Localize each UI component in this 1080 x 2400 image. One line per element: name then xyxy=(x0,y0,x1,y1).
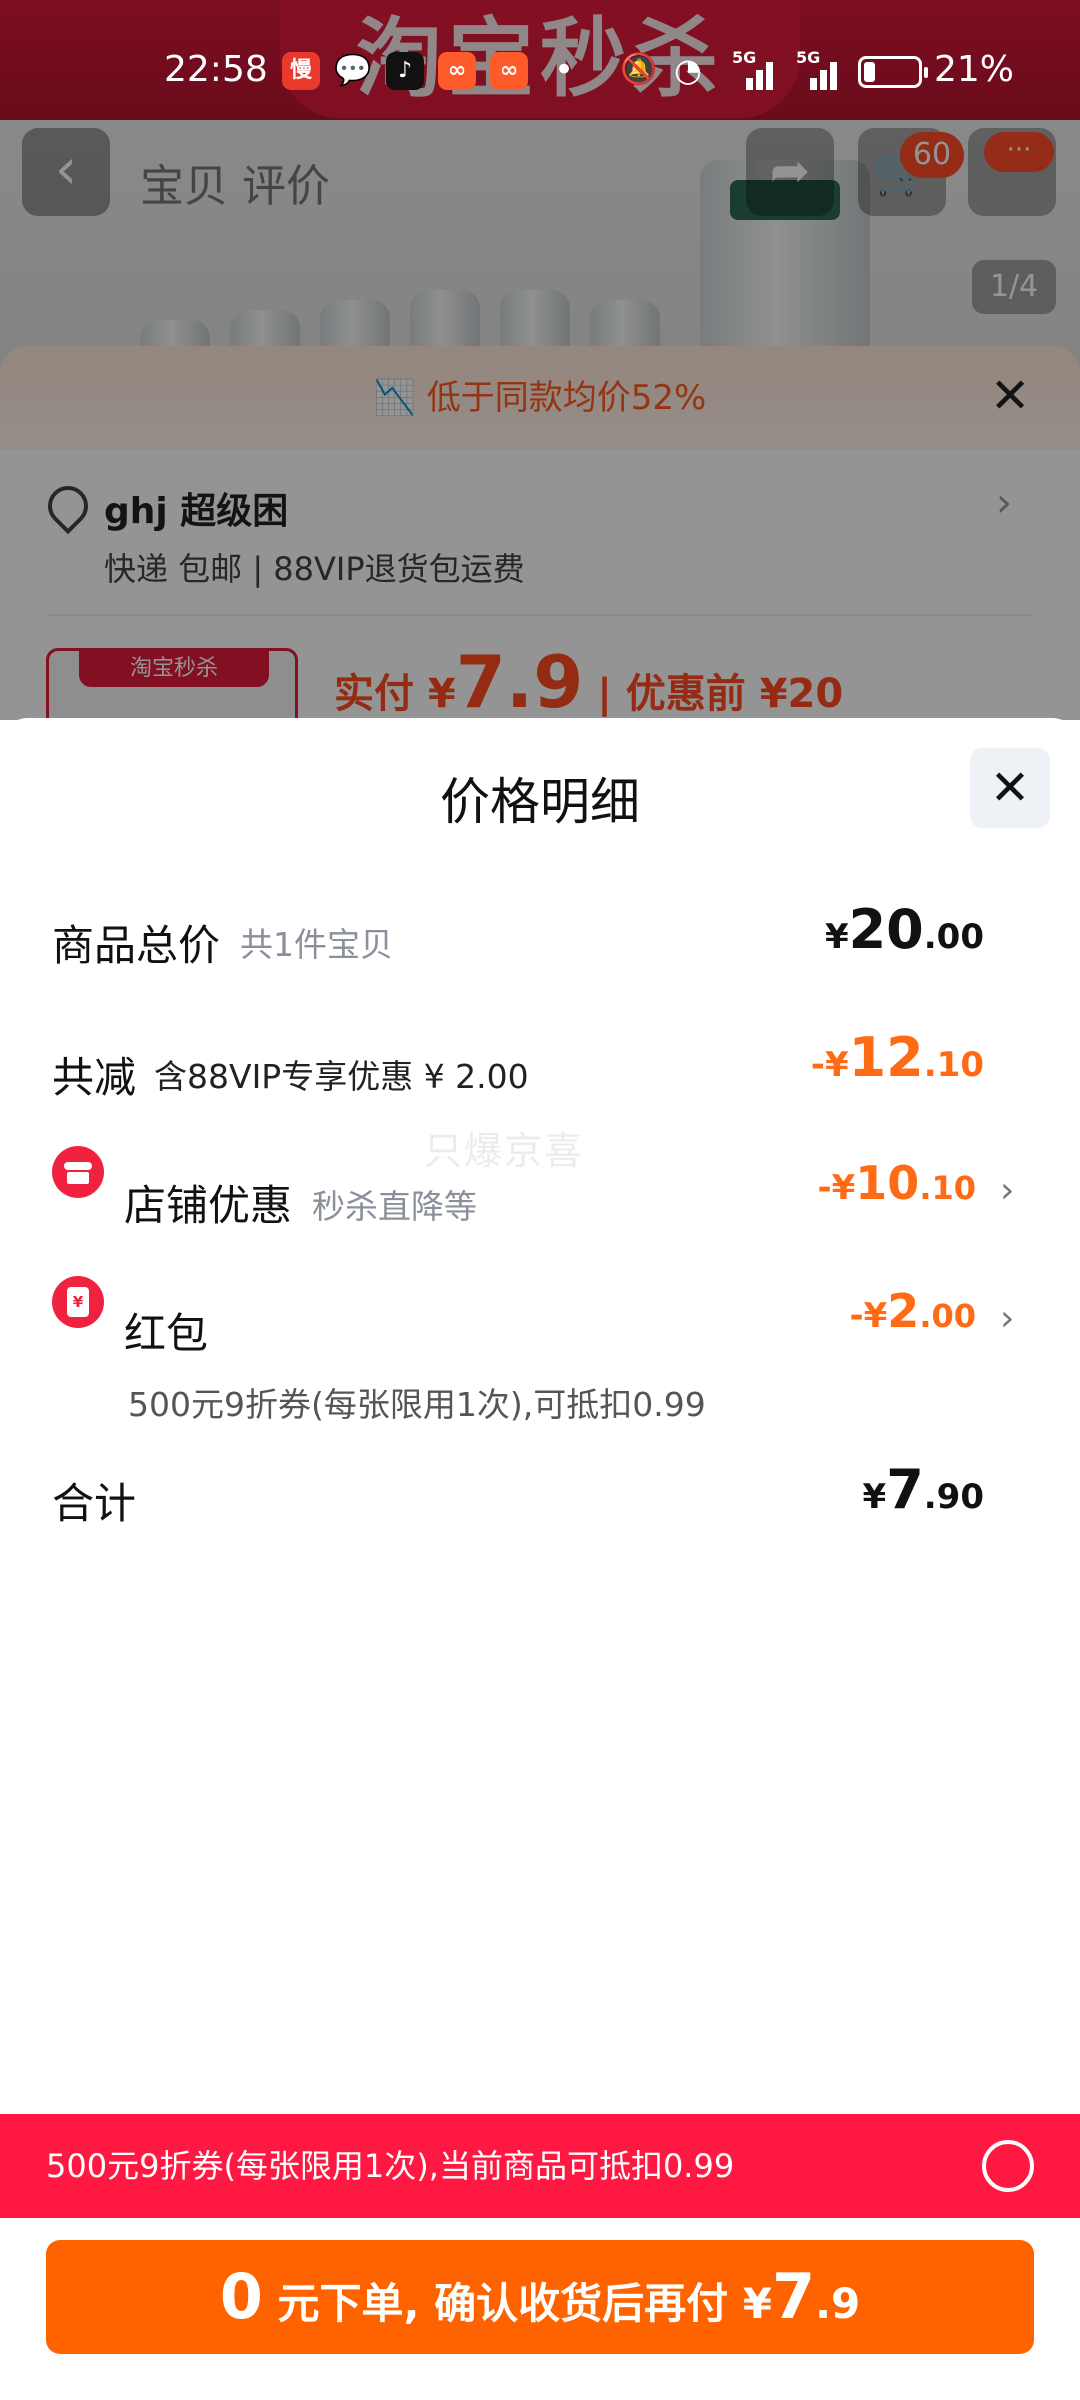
battery-icon xyxy=(858,56,928,88)
cta-amount-dec: .9 xyxy=(815,2279,861,2328)
coupon-bar[interactable]: 500元9折券(每张限用1次),当前商品可抵扣0.99 xyxy=(0,2114,1080,2218)
amount-dec: .00 xyxy=(919,1297,976,1335)
total-price-amount: ¥20.00 xyxy=(825,898,984,961)
minus-currency: -¥ xyxy=(817,1168,856,1208)
discount-total-amount: -¥12.10 xyxy=(811,1026,984,1089)
currency-symbol: ¥ xyxy=(824,917,849,957)
amount-int: 20 xyxy=(848,898,924,961)
amount-dec: .90 xyxy=(923,1477,984,1517)
item-count: 共1件宝贝 xyxy=(240,925,393,964)
wifi-icon: ◔ xyxy=(674,51,702,89)
discount-total-label: 共减 xyxy=(52,1053,137,1102)
battery-percent: 21% xyxy=(934,49,1015,90)
sum-label: 合计 xyxy=(52,1479,137,1528)
shop-discount-amount[interactable]: -¥10.10 xyxy=(818,1156,976,1210)
minus-currency: -¥ xyxy=(810,1045,849,1085)
signal-icon: 5G xyxy=(796,48,842,90)
panel-title: 价格明细 xyxy=(440,773,640,831)
xiaohongshu-icon: ∞ xyxy=(438,52,476,90)
amount-dec: .00 xyxy=(923,917,984,957)
shop-icon xyxy=(52,1146,104,1198)
watermark: 只爆京喜 xyxy=(424,1129,585,1173)
chevron-right-icon[interactable]: › xyxy=(1000,1170,1014,1211)
vip-discount-note: 含88VIP专享优惠 ¥ 2.00 xyxy=(154,1057,529,1096)
status-bar: 22:58 慢 💬 ♪ ∞ ∞ • 🔕 ◔ 5G 5G 21% xyxy=(0,0,1080,120)
coupon-text: 500元9折券(每张限用1次),当前商品可抵扣0.99 xyxy=(46,2147,735,2185)
red-packet-label[interactable]: 红包 xyxy=(124,1300,208,1361)
coupon-radio[interactable] xyxy=(982,2140,1034,2192)
signal-icon: 5G xyxy=(732,48,778,90)
cta-zero: 0 xyxy=(219,2260,263,2333)
sum-amount: ¥7.90 xyxy=(863,1458,984,1521)
total-price-label: 商品总价 xyxy=(52,921,221,970)
xiaohongshu-icon: ∞ xyxy=(490,52,528,90)
dot-icon: • xyxy=(554,50,575,90)
amount-dec: .10 xyxy=(923,1045,984,1085)
amount-dec: .10 xyxy=(919,1169,976,1207)
minus-currency: -¥ xyxy=(849,1296,888,1336)
wechat-icon: 💬 xyxy=(334,53,372,88)
shop-discount-label[interactable]: 店铺优惠 xyxy=(124,1172,292,1233)
clock: 22:58 xyxy=(164,49,268,90)
cta-amount-int: 7 xyxy=(771,2260,816,2333)
shop-discount-note: 秒杀直降等 xyxy=(312,1187,477,1226)
currency-symbol: ¥ xyxy=(862,1477,887,1517)
signal-label: 5G xyxy=(796,48,821,67)
chevron-right-icon[interactable]: › xyxy=(1000,1298,1014,1339)
amount-int: 10 xyxy=(855,1156,920,1210)
battery-level xyxy=(864,62,875,82)
amount-int: 2 xyxy=(887,1284,920,1338)
amount-int: 7 xyxy=(886,1458,924,1521)
close-icon[interactable]: ✕ xyxy=(970,748,1050,828)
manbu-app-icon: 慢 xyxy=(282,52,320,90)
red-packet-amount[interactable]: -¥2.00 xyxy=(850,1284,976,1338)
red-packet-note: 500元9折券(每张限用1次),可抵扣0.99 xyxy=(128,1385,706,1424)
place-order-button[interactable]: 0 元下单, 确认收货后再付 ¥7.9 xyxy=(46,2240,1034,2354)
cta-text: 元下单, 确认收货后再付 ¥ xyxy=(277,2279,772,2328)
red-packet-icon: ¥ xyxy=(52,1276,104,1328)
signal-label: 5G xyxy=(732,48,757,67)
douyin-icon: ♪ xyxy=(386,52,424,90)
amount-int: 12 xyxy=(848,1026,924,1089)
mute-bell-icon: 🔕 xyxy=(620,52,658,87)
